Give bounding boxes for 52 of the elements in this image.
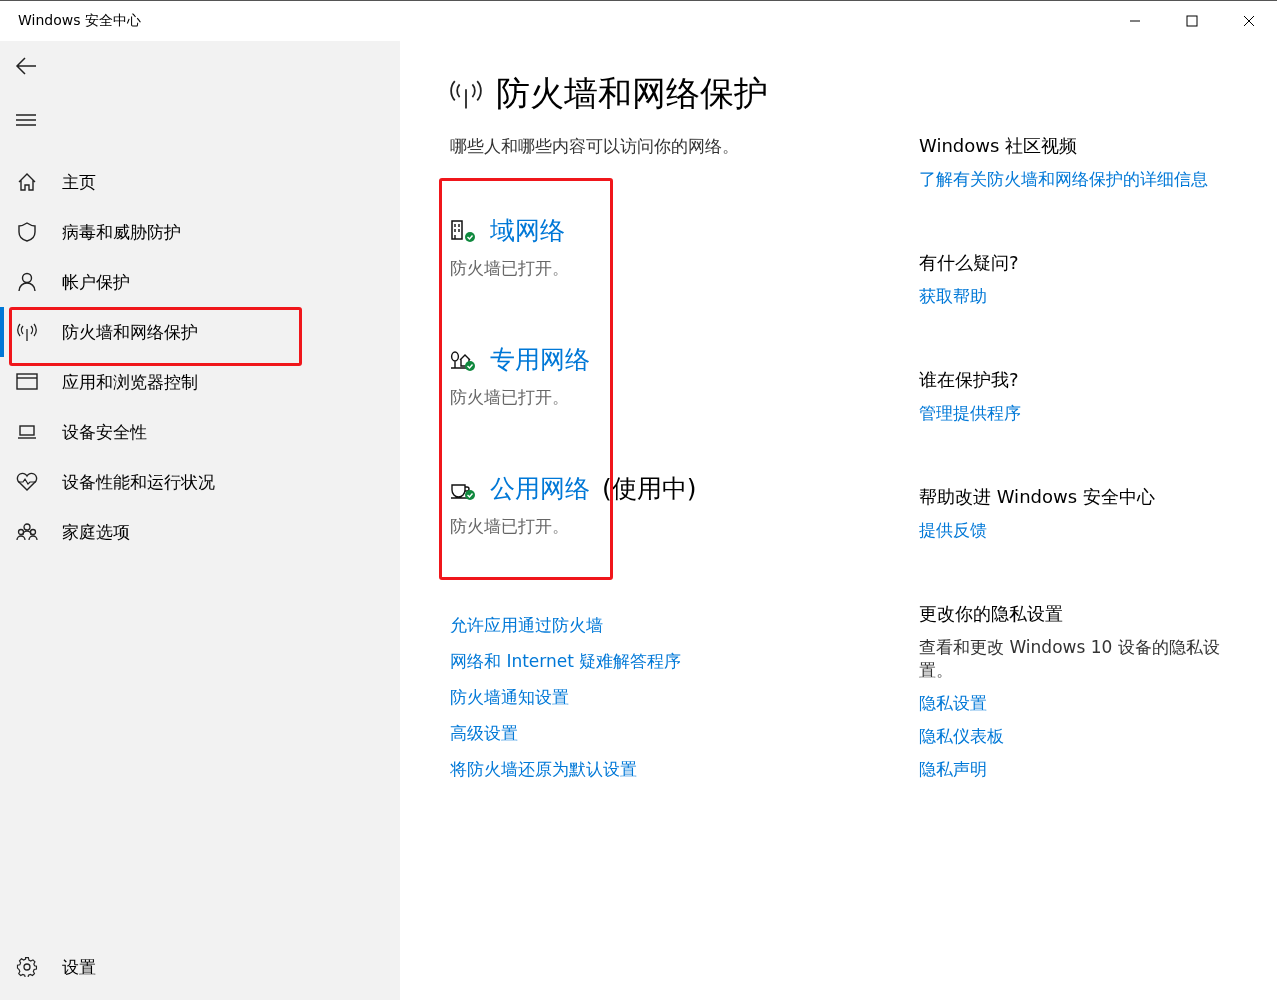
firewall-status: 防火墙已打开。	[450, 257, 570, 280]
section-heading: 有什么疑问?	[919, 251, 1020, 275]
section-heading: Windows 社区视频	[919, 134, 1079, 158]
section-text: 查看和更改 Windows 10 设备的隐私设置。	[919, 636, 1221, 682]
nav-item[interactable]: 主页	[0, 157, 400, 207]
settings-link[interactable]: 网络和 Internet 疑难解答程序	[450, 650, 682, 673]
help-link[interactable]: 隐私声明	[919, 757, 987, 781]
shield-icon	[16, 222, 38, 242]
section-heading: 谁在保护我?	[919, 368, 1020, 392]
firewall-status: 防火墙已打开。	[450, 386, 570, 409]
nav-item[interactable]: 设备性能和运行状况	[0, 457, 400, 507]
nav-item[interactable]: 帐户保护	[0, 257, 400, 307]
page-title: 防火墙和网络保护	[496, 72, 768, 115]
settings-icon	[16, 957, 38, 977]
home-icon	[16, 172, 38, 192]
building-check-icon	[450, 218, 476, 243]
back-arrow-icon[interactable]	[15, 57, 37, 75]
menu-icon[interactable]	[16, 113, 36, 127]
settings-link[interactable]: 将防火墙还原为默认设置	[450, 758, 637, 781]
network-link[interactable]: 域网络	[490, 214, 565, 247]
person-icon	[16, 272, 38, 292]
help-link[interactable]: 隐私仪表板	[919, 724, 1004, 748]
settings-link[interactable]: 高级设置	[450, 722, 518, 745]
in-use-label: (使用中)	[602, 473, 697, 505]
help-link[interactable]: 管理提供程序	[919, 402, 1021, 425]
maximize-icon	[1185, 15, 1198, 27]
antenna-icon	[450, 78, 482, 110]
people-icon	[16, 522, 38, 542]
network-link[interactable]: 公用网络	[490, 472, 590, 505]
window-title: Windows 安全中心	[18, 12, 141, 30]
nav-item[interactable]: 设备安全性	[0, 407, 400, 457]
close-icon	[1242, 15, 1255, 27]
help-link[interactable]: 隐私设置	[919, 691, 987, 715]
settings-nav-item[interactable]: 设置	[0, 942, 400, 992]
settings-link[interactable]: 允许应用通过防火墙	[450, 614, 603, 637]
heart-pulse-icon	[16, 472, 38, 492]
section-heading: 更改你的隐私设置	[919, 602, 1064, 626]
antenna-icon	[16, 322, 38, 342]
nav-item[interactable]: 家庭选项	[0, 507, 400, 557]
nav-item[interactable]: 应用和浏览器控制	[0, 357, 400, 407]
page-subtitle: 哪些人和哪些内容可以访问你的网络。	[450, 135, 740, 158]
help-link[interactable]: 获取帮助	[919, 285, 987, 308]
nav-item[interactable]: 防火墙和网络保护	[0, 307, 400, 357]
settings-link[interactable]: 防火墙通知设置	[450, 686, 569, 709]
firewall-status: 防火墙已打开。	[450, 515, 570, 538]
laptop-icon	[16, 424, 38, 440]
network-link[interactable]: 专用网络	[490, 343, 590, 376]
help-link[interactable]: 提供反馈	[919, 519, 987, 542]
nav-item[interactable]: 病毒和威胁防护	[0, 207, 400, 257]
section-heading: 帮助改进 Windows 安全中心	[919, 485, 1156, 509]
browser-window-icon	[16, 373, 38, 391]
help-link[interactable]: 了解有关防火墙和网络保护的详细信息	[919, 168, 1208, 191]
